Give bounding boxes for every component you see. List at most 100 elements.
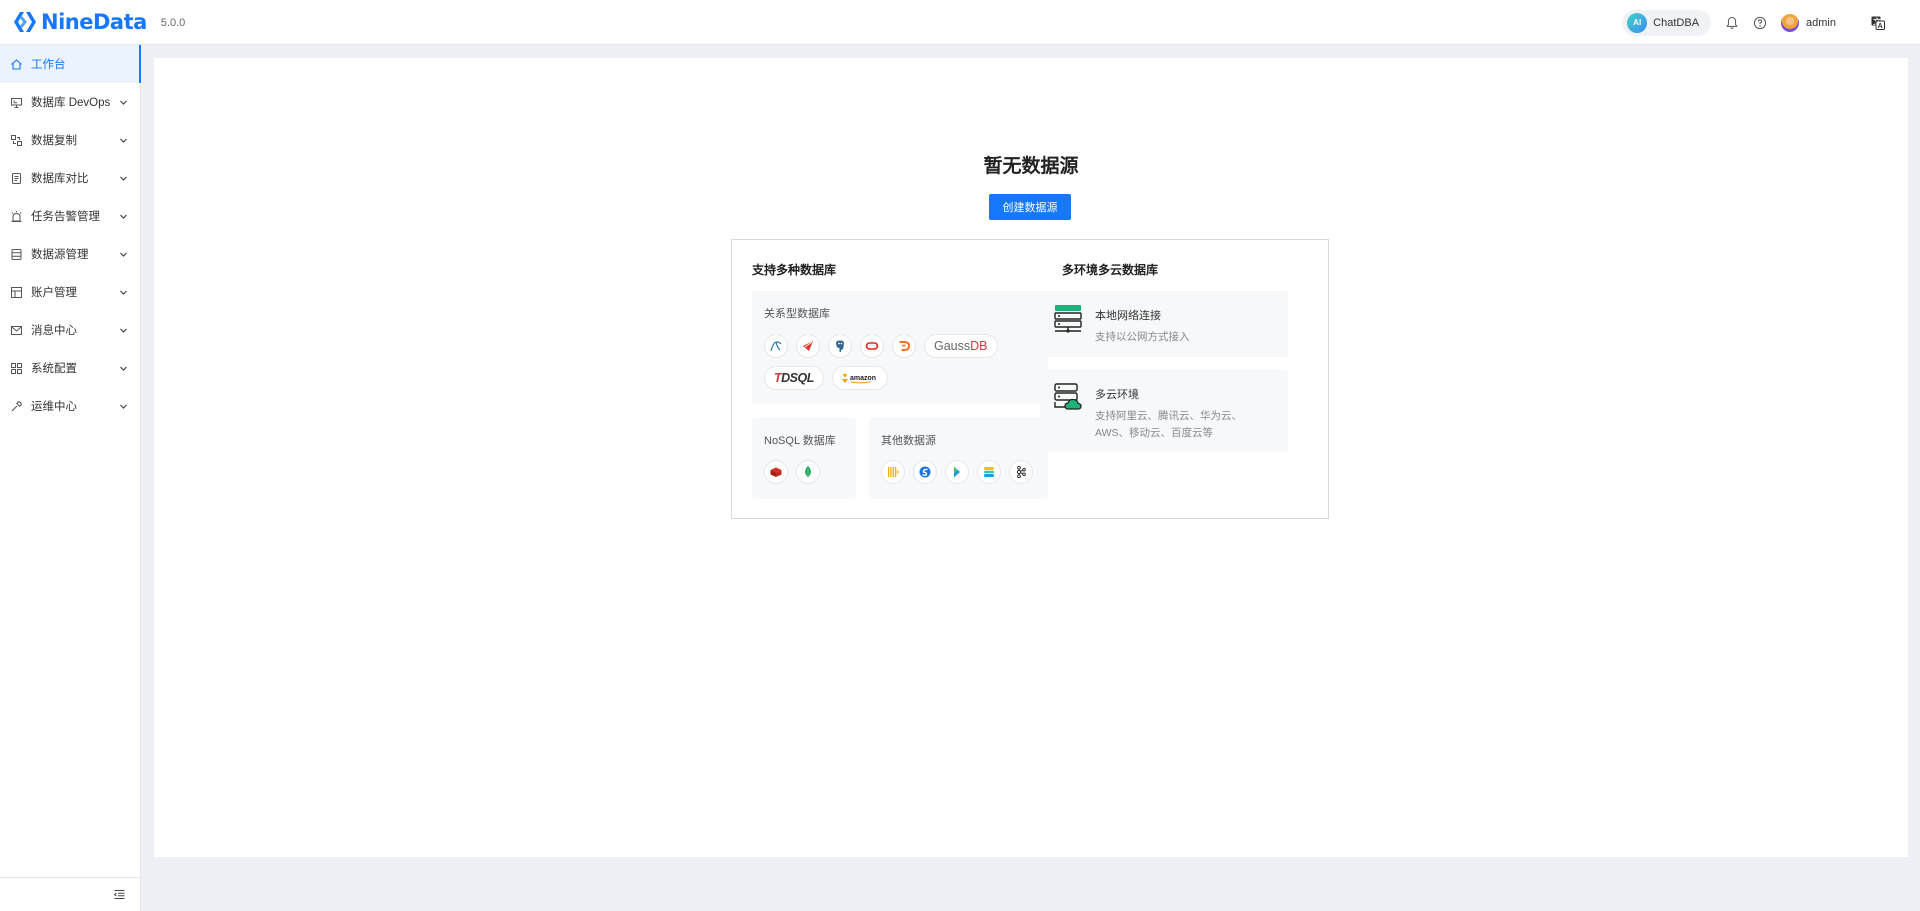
oracle-icon[interactable] xyxy=(860,334,884,358)
nosql-row xyxy=(764,460,828,484)
chevron-down-icon xyxy=(120,252,127,257)
mongodb-icon[interactable] xyxy=(796,460,820,484)
sidebar-item-label: 数据源管理 xyxy=(31,249,89,261)
chevron-down-icon xyxy=(120,404,127,409)
sidebar-item-ops-center[interactable]: 运维中心 xyxy=(0,387,140,425)
tdsql-logo[interactable]: TDSQL xyxy=(764,366,824,390)
sidebar-item-label: 数据复制 xyxy=(31,135,77,147)
server-network-icon xyxy=(1054,305,1082,333)
sidebar-item-label: 账户管理 xyxy=(31,287,77,299)
chevron-down-icon xyxy=(120,100,127,105)
home-icon xyxy=(11,58,22,70)
datasource-icon xyxy=(11,248,22,260)
chatdba-button[interactable]: AI ChatDBA xyxy=(1622,9,1712,36)
sidebar-item-label: 数据库 DevOps xyxy=(31,97,111,109)
collapse-menu-icon[interactable] xyxy=(113,888,126,901)
alarm-icon xyxy=(11,210,22,222)
chevron-down-icon xyxy=(120,290,127,295)
amazon-aurora-logo[interactable]: amazon xyxy=(831,366,888,390)
starrocks-icon[interactable] xyxy=(945,460,969,484)
section-title-databases: 支持多种数据库 xyxy=(752,263,837,277)
mysql-icon[interactable] xyxy=(764,334,788,358)
relational-row-1: GaussDB xyxy=(764,334,1006,358)
sidebar-collapse-bar xyxy=(0,877,140,911)
logo[interactable]: NineData xyxy=(12,9,147,35)
sidebar-item-label: 数据库对比 xyxy=(31,173,89,185)
amazon-text: amazon xyxy=(850,375,876,382)
version-label: 5.0.0 xyxy=(160,17,186,29)
relational-row-2: TDSQL amazon xyxy=(764,366,896,390)
sidebar-item-devops[interactable]: 数据库 DevOps xyxy=(0,83,140,121)
sidebar-item-accounts[interactable]: 账户管理 xyxy=(0,273,140,311)
ai-icon: AI xyxy=(1627,12,1648,33)
compare-icon xyxy=(12,172,21,184)
sidebar-item-system-config[interactable]: 系统配置 xyxy=(0,349,140,387)
main-content: 暂无数据源 创建数据源 支持多种数据库 关系型数据库 GaussDB TDSQL… xyxy=(154,58,1908,857)
sidebar: 工作台 数据库 DevOps 数据复制 数据库对比 任务告警管理 数据源管理 账… xyxy=(0,45,141,911)
sidebar-item-label: 运维中心 xyxy=(31,401,77,413)
sidebar-item-label: 工作台 xyxy=(31,59,66,71)
chevron-down-icon xyxy=(120,214,127,219)
language-icon[interactable]: 文 A xyxy=(1870,15,1886,31)
kafka-icon[interactable] xyxy=(1009,460,1033,484)
env-title-local: 本地网络连接 xyxy=(1095,310,1161,322)
username: admin xyxy=(1806,16,1836,29)
sidebar-item-alerts[interactable]: 任务告警管理 xyxy=(0,197,140,235)
chatdba-label: ChatDBA xyxy=(1653,16,1700,29)
empty-state-title: 暂无数据源 xyxy=(983,156,1079,177)
chevron-down-icon xyxy=(120,176,127,181)
relational-panel: 关系型数据库 GaussDB TDSQL amazon xyxy=(752,291,1048,404)
replicate-icon xyxy=(11,134,22,146)
create-datasource-button[interactable]: 创建数据源 xyxy=(989,194,1071,220)
header-actions: AI ChatDBA admin 文 A xyxy=(1622,0,1920,45)
avatar xyxy=(1781,13,1800,32)
postgresql-icon[interactable] xyxy=(828,334,852,358)
section-title-environments: 多环境多云数据库 xyxy=(1062,263,1159,277)
wrench-icon xyxy=(11,400,22,411)
redis-icon[interactable] xyxy=(764,460,788,484)
gaussdb-logo[interactable]: GaussDB xyxy=(924,334,998,358)
nosql-title: NoSQL 数据库 xyxy=(764,435,836,447)
chevron-down-icon xyxy=(120,138,127,143)
svg-text:A: A xyxy=(1878,23,1883,30)
other-panel: 其他数据源 xyxy=(869,418,1048,499)
sidebar-item-label: 消息中心 xyxy=(31,325,77,337)
user-menu[interactable]: admin xyxy=(1781,13,1836,32)
other-row xyxy=(881,460,1041,484)
sidebar-item-label: 任务告警管理 xyxy=(31,211,100,223)
amazon-aurora-icon: amazon xyxy=(841,374,876,384)
sidebar-item-label: 系统配置 xyxy=(31,363,77,375)
nosql-panel: NoSQL 数据库 xyxy=(752,418,856,499)
env-item-local-network: 本地网络连接 支持以公网方式接入 xyxy=(1040,291,1288,357)
feature-card: 支持多种数据库 关系型数据库 GaussDB TDSQL amazon NoSQ… xyxy=(731,239,1329,519)
env-item-multi-cloud: 多云环境 支持阿里云、腾讯云、华为云、AWS、移动云、百度云等 xyxy=(1040,370,1288,452)
sidebar-item-messages[interactable]: 消息中心 xyxy=(0,311,140,349)
top-header: NineData 5.0.0 AI ChatDBA admin 文 A xyxy=(0,0,1920,45)
sqlserver-icon[interactable] xyxy=(796,334,820,358)
sidebar-item-compare[interactable]: 数据库对比 xyxy=(0,159,140,197)
chevron-down-icon xyxy=(120,366,127,371)
sidebar-item-replication[interactable]: 数据复制 xyxy=(0,121,140,159)
mail-icon xyxy=(11,325,22,335)
bell-icon[interactable] xyxy=(1725,16,1739,30)
env-title-cloud: 多云环境 xyxy=(1095,389,1139,401)
clickhouse-icon[interactable] xyxy=(881,460,905,484)
cloud-server-icon xyxy=(1054,383,1082,410)
account-icon xyxy=(11,286,22,298)
sidebar-item-workbench[interactable]: 工作台 xyxy=(0,45,141,83)
tdsql-suffix: DSQL xyxy=(781,371,814,385)
env-desc-local: 支持以公网方式接入 xyxy=(1095,331,1190,343)
relational-title: 关系型数据库 xyxy=(764,308,830,320)
ninedata-logo-icon xyxy=(14,12,36,32)
gaussdb-suffix: DB xyxy=(970,339,988,353)
selectdb-icon[interactable] xyxy=(913,460,937,484)
help-icon[interactable] xyxy=(1753,16,1767,30)
elasticsearch-icon[interactable] xyxy=(977,460,1001,484)
sidebar-item-datasource[interactable]: 数据源管理 xyxy=(0,235,140,273)
grid-icon xyxy=(11,362,22,374)
doris-icon[interactable] xyxy=(892,334,916,358)
monitor-icon xyxy=(11,97,22,108)
chevron-down-icon xyxy=(120,328,127,333)
brand-name: NineData xyxy=(41,10,147,34)
other-title: 其他数据源 xyxy=(881,435,936,447)
